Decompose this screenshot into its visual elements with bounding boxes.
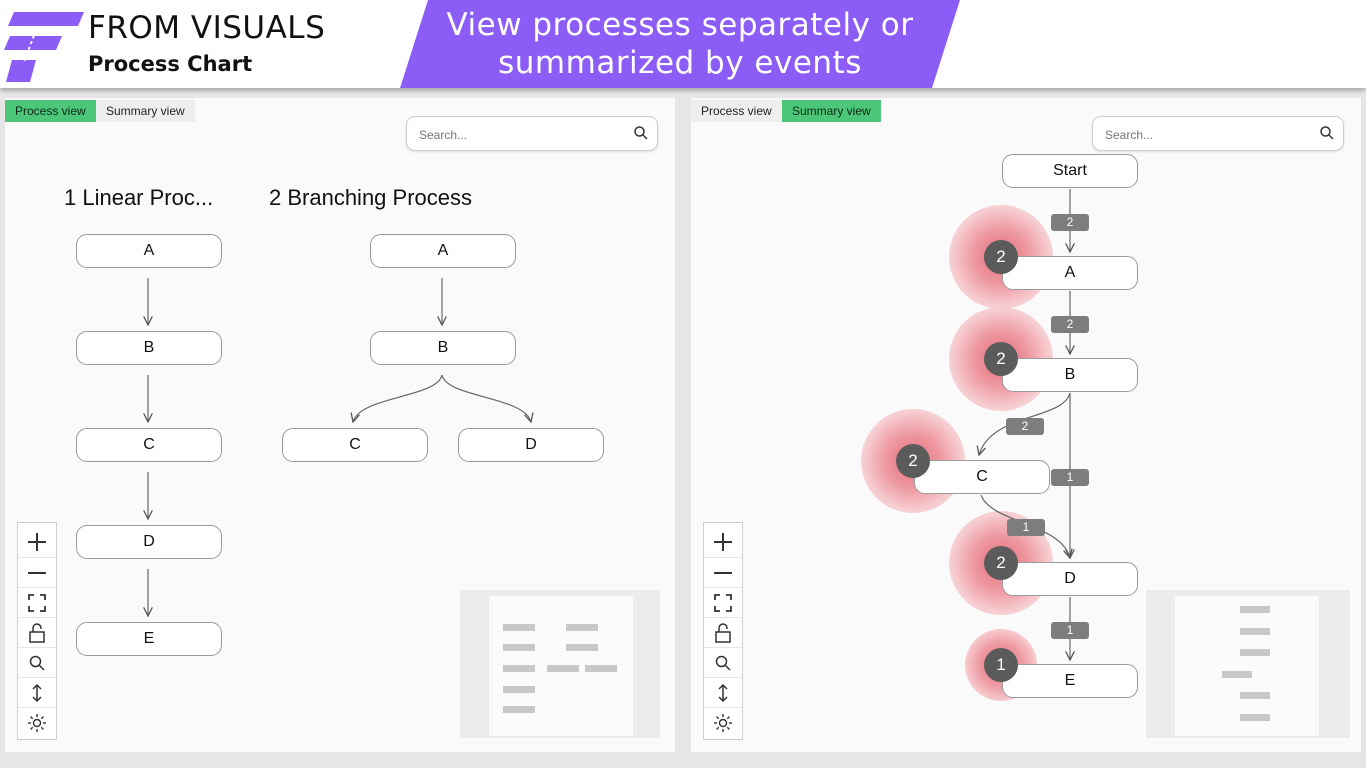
- minimap-node: [585, 665, 617, 672]
- lock-button[interactable]: [18, 617, 56, 647]
- node-a[interactable]: A: [1002, 256, 1138, 290]
- zoom-out-button[interactable]: [704, 557, 742, 587]
- zoom-in-icon: [714, 532, 732, 551]
- zoom-in-icon: [28, 532, 46, 551]
- minimap-node: [503, 624, 535, 631]
- zoom-in-button[interactable]: [18, 527, 56, 556]
- minimap-node: [503, 665, 535, 672]
- fit-view-button[interactable]: [704, 587, 742, 617]
- minimap[interactable]: [460, 590, 660, 738]
- fit-view-icon: [714, 593, 732, 612]
- node-d[interactable]: D: [1002, 562, 1138, 596]
- zoom-in-button[interactable]: [704, 527, 742, 556]
- vertical-layout-icon: [718, 683, 728, 702]
- minimap-node: [1222, 671, 1252, 678]
- vertical-layout-button[interactable]: [704, 677, 742, 707]
- node-branch-c[interactable]: C: [282, 428, 428, 462]
- vertical-layout-button[interactable]: [18, 677, 56, 707]
- header: FROM VISUALS Process Chart View processe…: [0, 0, 1366, 88]
- event-count-badge-d: 2: [984, 546, 1018, 580]
- node-start[interactable]: Start: [1002, 154, 1138, 188]
- minimap-node: [1240, 692, 1270, 699]
- node-branch-d[interactable]: D: [458, 428, 604, 462]
- brand-title: FROM VISUALS: [88, 10, 326, 46]
- node-b[interactable]: B: [1002, 358, 1138, 392]
- edge-count-d-e: 1: [1051, 622, 1089, 639]
- settings-icon: [714, 713, 732, 732]
- settings-icon: [28, 713, 46, 732]
- edge-count-start-a: 2: [1051, 214, 1089, 231]
- minimap-node: [503, 706, 535, 713]
- node-branch-b[interactable]: B: [370, 331, 516, 365]
- event-count-badge-b: 2: [984, 342, 1018, 376]
- brand-subtitle: Process Chart: [88, 52, 253, 76]
- node-c[interactable]: C: [914, 460, 1050, 494]
- banner-line-2: summarized by events: [498, 45, 862, 81]
- search-tool-button[interactable]: [18, 647, 56, 677]
- event-count-badge-c: 2: [896, 444, 930, 478]
- banner-line-1: View processes separately or: [446, 7, 914, 43]
- node-e[interactable]: E: [1002, 664, 1138, 698]
- minimap-node: [503, 686, 535, 693]
- zoom-out-icon: [714, 571, 732, 574]
- node-linear-e[interactable]: E: [76, 622, 222, 656]
- minimap[interactable]: [1146, 590, 1350, 738]
- minimap-node: [566, 624, 598, 631]
- banner-text: View processes separately or summarized …: [430, 6, 930, 82]
- settings-button[interactable]: [18, 707, 56, 737]
- node-branch-a[interactable]: A: [370, 234, 516, 268]
- edge-count-a-b: 2: [1051, 316, 1089, 333]
- search-tool-button[interactable]: [704, 647, 742, 677]
- minimap-node: [1240, 628, 1270, 635]
- minimap-node: [1240, 714, 1270, 721]
- graph-toolbar: [17, 522, 57, 740]
- fit-view-icon: [28, 593, 46, 612]
- event-count-badge-a: 2: [984, 240, 1018, 274]
- zoom-out-icon: [28, 571, 46, 574]
- zoom-out-button[interactable]: [18, 557, 56, 587]
- node-linear-d[interactable]: D: [76, 525, 222, 559]
- logo-icon: [4, 12, 84, 82]
- lock-icon: [715, 622, 731, 643]
- lock-icon: [29, 622, 45, 643]
- edge-count-c-d: 1: [1007, 519, 1045, 536]
- search-icon: [715, 655, 731, 671]
- settings-button[interactable]: [704, 707, 742, 737]
- minimap-node: [566, 644, 598, 651]
- vertical-layout-icon: [32, 683, 42, 702]
- fit-view-button[interactable]: [18, 587, 56, 617]
- graph-toolbar: [703, 522, 743, 740]
- node-linear-a[interactable]: A: [76, 234, 222, 268]
- search-icon: [29, 655, 45, 671]
- minimap-node: [547, 665, 579, 672]
- edge-branch-b-d: [441, 374, 531, 422]
- edge-branch-b-c: [353, 374, 443, 422]
- edge-count-b-d: 1: [1051, 469, 1089, 486]
- process-title-linear: 1 Linear Proc...: [64, 185, 214, 210]
- node-linear-c[interactable]: C: [76, 428, 222, 462]
- minimap-node: [503, 644, 535, 651]
- process-title-branching: 2 Branching Process: [269, 185, 472, 210]
- summary-view-panel: Process view Summary view 2 2 2 1 1 1: [691, 98, 1361, 752]
- process-view-panel: Process view Summary view 1 Linear Proc.…: [5, 98, 675, 752]
- minimap-node: [1240, 649, 1270, 656]
- minimap-node: [1240, 606, 1270, 613]
- node-linear-b[interactable]: B: [76, 331, 222, 365]
- event-count-badge-e: 1: [984, 648, 1018, 682]
- edge-count-b-c: 2: [1006, 418, 1044, 435]
- lock-button[interactable]: [704, 617, 742, 647]
